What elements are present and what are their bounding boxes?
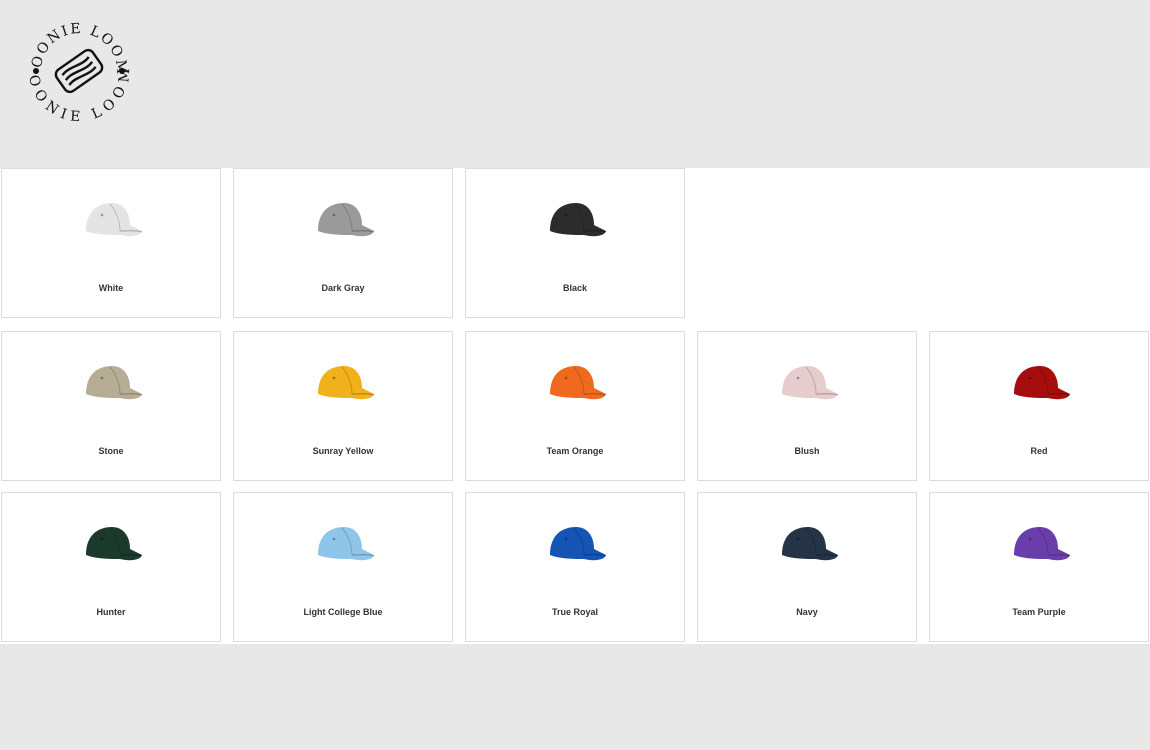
swatch-card-sunray-yellow[interactable]: Sunray Yellow — [233, 331, 453, 481]
swatch-grid: White Dark Gray Black Stone Sunray Yello… — [0, 168, 1150, 644]
swatch-label: Stone — [98, 446, 124, 456]
swatch-label: Black — [562, 283, 588, 293]
swatch-card-light-college-blue[interactable]: Light College Blue — [233, 492, 453, 642]
swatch-label: Team Orange — [546, 446, 604, 456]
cap-icon — [550, 203, 607, 237]
header: JOONIE LOOM JOONIE LOOM — [0, 0, 1150, 168]
swatch-card-team-orange[interactable]: Team Orange — [465, 331, 685, 481]
cap-icon — [1014, 527, 1071, 561]
cap-icon — [782, 527, 839, 561]
swatch-card-white[interactable]: White — [1, 168, 221, 318]
svg-text:JOONIE LOOM: JOONIE LOOM — [26, 18, 129, 77]
swatch-card-hunter[interactable]: Hunter — [1, 492, 221, 642]
swatch-card-navy[interactable]: Navy — [697, 492, 917, 642]
swatch-card-red[interactable]: Red — [929, 331, 1149, 481]
swatch-label: Light College Blue — [303, 607, 383, 617]
swatch-label: Sunray Yellow — [312, 446, 374, 456]
swatch-label: Dark Gray — [321, 283, 365, 293]
swatch-card-black[interactable]: Black — [465, 168, 685, 318]
cap-icon — [550, 366, 607, 400]
joonie-loom-logo[interactable]: JOONIE LOOM JOONIE LOOM — [26, 18, 132, 124]
cap-icon — [318, 527, 375, 561]
swatch-label: Blush — [794, 446, 820, 456]
swatch-card-true-royal[interactable]: True Royal — [465, 492, 685, 642]
swatch-card-blush[interactable]: Blush — [697, 331, 917, 481]
swatch-row: Stone Sunray Yellow Team Orange Blush Re… — [0, 331, 1150, 483]
cap-icon — [318, 203, 375, 237]
cap-icon — [86, 366, 143, 400]
cap-icon — [1014, 366, 1071, 400]
footer — [0, 644, 1150, 750]
swatch-row: Hunter Light College Blue True Royal Nav… — [0, 492, 1150, 644]
swatch-label: Red — [1030, 446, 1048, 456]
swatch-label: True Royal — [551, 607, 598, 617]
swatch-label: Team Purple — [1012, 607, 1066, 617]
cap-icon — [86, 527, 143, 561]
swatch-card-stone[interactable]: Stone — [1, 331, 221, 481]
cap-icon — [782, 366, 839, 400]
swatch-card-dark-gray[interactable]: Dark Gray — [233, 168, 453, 318]
swatch-row: White Dark Gray Black — [0, 168, 1150, 320]
swatch-label: Hunter — [96, 607, 126, 617]
swatch-label: White — [98, 283, 124, 293]
cap-icon — [318, 366, 375, 400]
cap-icon — [86, 203, 143, 237]
cap-icon — [550, 527, 607, 561]
swatch-card-team-purple[interactable]: Team Purple — [929, 492, 1149, 642]
swatch-label: Navy — [796, 607, 818, 617]
